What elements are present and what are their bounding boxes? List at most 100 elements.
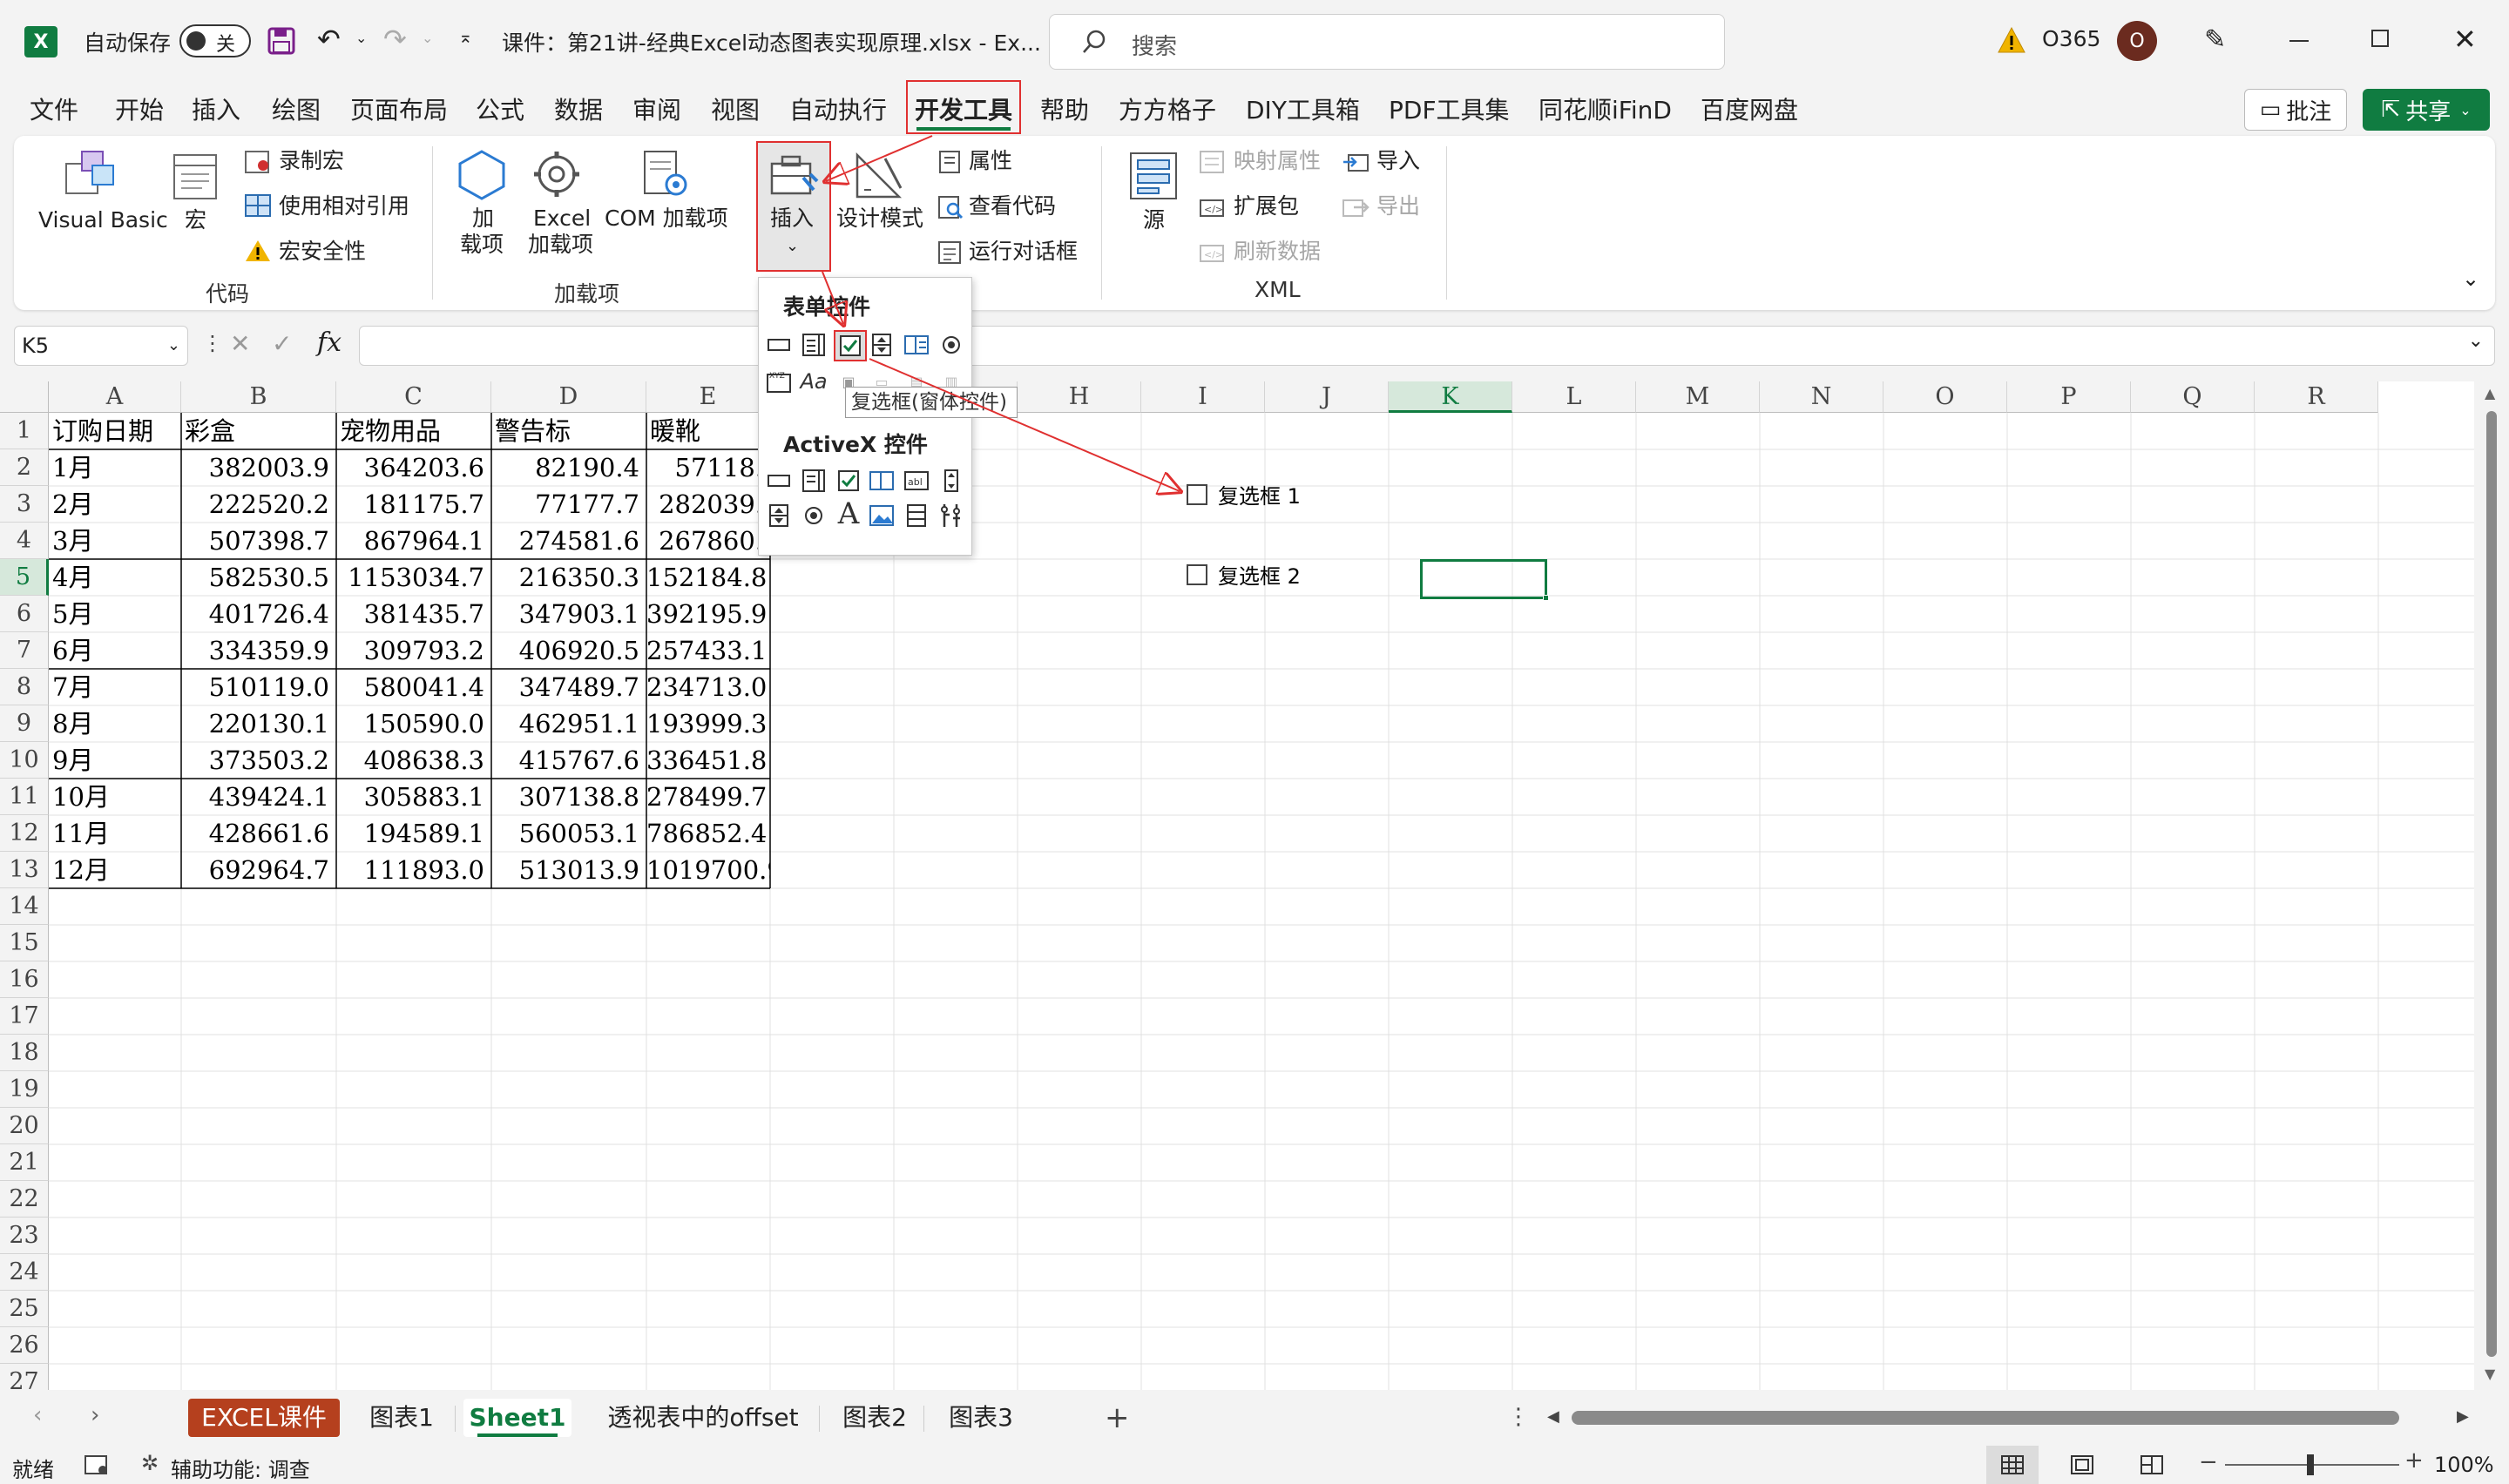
tab-page-layout[interactable]: 页面布局	[350, 91, 448, 131]
tab-home[interactable]: 开始	[115, 91, 164, 131]
table-cell[interactable]: 510119.0	[181, 669, 336, 705]
activex-scrollbar-icon[interactable]	[938, 468, 964, 494]
row-header-18[interactable]: 18	[0, 1035, 49, 1071]
row-header-14[interactable]: 14	[0, 888, 49, 925]
search-box[interactable]: 搜索	[1049, 14, 1725, 70]
column-header-m[interactable]: M	[1636, 381, 1760, 413]
table-cell[interactable]: 336451.8	[646, 742, 770, 779]
column-header-e[interactable]: E	[646, 381, 770, 413]
expand-formula-chevron-down-icon[interactable]: ⌄	[2468, 330, 2484, 352]
more-controls-icon[interactable]	[938, 503, 964, 529]
table-cell[interactable]: 77177.7	[491, 486, 646, 523]
checkbox-2-box[interactable]	[1187, 563, 1207, 585]
tab-view[interactable]: 视图	[711, 91, 760, 131]
hscroll-left-icon[interactable]: ◀	[1547, 1407, 1559, 1426]
import-button[interactable]: 导入	[1376, 148, 1420, 174]
share-button[interactable]: ⇱ 共享 ⌄	[2363, 89, 2490, 131]
table-cell[interactable]: 373503.2	[181, 742, 336, 779]
column-header-a[interactable]: A	[49, 381, 181, 413]
customize-qat-icon[interactable]: ⌅	[458, 26, 473, 47]
table-cell[interactable]: 401726.4	[181, 596, 336, 632]
table-cell[interactable]: 364203.6	[336, 449, 491, 486]
table-header-cell[interactable]: 订购日期	[49, 413, 181, 449]
visual-basic-button[interactable]: Visual Basic	[38, 207, 168, 233]
selected-cell-k5[interactable]	[1420, 559, 1549, 601]
account-name[interactable]: O365	[2042, 26, 2100, 51]
table-cell[interactable]: 462951.1	[491, 705, 646, 742]
table-cell[interactable]: 7月	[49, 669, 181, 705]
hscroll-right-icon[interactable]: ▶	[2457, 1407, 2469, 1426]
refresh-data-button[interactable]: 刷新数据	[1234, 239, 1321, 265]
table-cell[interactable]: 408638.3	[336, 742, 491, 779]
close-icon[interactable]: ✕	[2453, 23, 2477, 56]
table-header-cell[interactable]: 暖靴	[646, 413, 770, 449]
row-header-22[interactable]: 22	[0, 1181, 49, 1218]
row-header-19[interactable]: 19	[0, 1071, 49, 1108]
table-cell[interactable]: 2月	[49, 486, 181, 523]
pen-icon[interactable]: ✎	[2204, 24, 2226, 55]
export-button[interactable]: 导出	[1376, 193, 1420, 219]
relative-reference-button[interactable]: 使用相对引用	[279, 193, 409, 219]
sheet-options-icon[interactable]: ⋮	[1507, 1404, 1530, 1430]
vertical-scroll-thumb[interactable]	[2486, 411, 2497, 1357]
enter-formula-icon[interactable]: ✓	[272, 329, 292, 358]
table-cell[interactable]: 220130.1	[181, 705, 336, 742]
table-cell[interactable]: 193999.3	[646, 705, 770, 742]
tab-developer[interactable]: 开发工具	[915, 91, 1012, 131]
form-listbox-control-icon[interactable]	[903, 332, 930, 358]
activex-toggle-icon[interactable]	[903, 503, 930, 529]
table-cell[interactable]: 786852.4	[646, 815, 770, 852]
column-header-k[interactable]: K	[1389, 381, 1512, 413]
tab-help[interactable]: 帮助	[1040, 91, 1089, 131]
row-header-3[interactable]: 3	[0, 486, 49, 523]
select-all-corner[interactable]	[0, 381, 49, 413]
insert-function-icon[interactable]: fx	[317, 327, 342, 358]
design-mode-button[interactable]: 设计模式	[836, 206, 923, 232]
activex-combobox-icon[interactable]	[801, 468, 827, 494]
row-header-24[interactable]: 24	[0, 1254, 49, 1291]
excel-addins-label-2[interactable]: 加载项	[528, 232, 593, 258]
form-label-control-icon[interactable]: Aa	[800, 368, 827, 395]
table-cell[interactable]: 692964.7	[181, 852, 336, 888]
column-header-d[interactable]: D	[491, 381, 646, 413]
tab-ifind[interactable]: 同花顺iFinD	[1539, 91, 1672, 131]
add-sheet-icon[interactable]: +	[1105, 1400, 1130, 1435]
macro-security-button[interactable]: 宏安全性	[279, 239, 366, 265]
activex-label-icon[interactable]: A	[835, 496, 862, 531]
tab-review[interactable]: 审阅	[632, 91, 681, 131]
avatar[interactable]: O	[2117, 21, 2157, 61]
row-header-4[interactable]: 4	[0, 523, 49, 559]
zoom-out-icon[interactable]: −	[2199, 1449, 2218, 1475]
table-cell[interactable]: 11月	[49, 815, 181, 852]
map-properties-button[interactable]: 映射属性	[1234, 148, 1321, 174]
redo-dropdown-icon[interactable]: ⌄	[422, 30, 433, 46]
table-cell[interactable]: 181175.7	[336, 486, 491, 523]
table-cell[interactable]: 1153034.7	[336, 559, 491, 596]
row-header-9[interactable]: 9	[0, 705, 49, 742]
record-macro-button[interactable]: 录制宏	[279, 148, 344, 174]
activex-checkbox-icon[interactable]	[835, 468, 862, 494]
table-cell[interactable]: 305883.1	[336, 779, 491, 815]
column-header-b[interactable]: B	[181, 381, 336, 413]
table-cell[interactable]: 257433.1	[646, 632, 770, 669]
table-header-cell[interactable]: 彩盒	[181, 413, 336, 449]
collapse-ribbon-icon[interactable]: ⌄	[2462, 266, 2479, 291]
undo-dropdown-icon[interactable]: ⌄	[355, 30, 367, 46]
column-header-p[interactable]: P	[2007, 381, 2131, 413]
table-cell[interactable]: 111893.0	[336, 852, 491, 888]
row-header-15[interactable]: 15	[0, 925, 49, 961]
table-cell[interactable]: 274581.6	[491, 523, 646, 559]
table-cell[interactable]: 9月	[49, 742, 181, 779]
tab-draw[interactable]: 绘图	[272, 91, 321, 131]
form-spinner-control-icon[interactable]	[869, 332, 895, 358]
checkbox-1[interactable]: 复选框 1	[1187, 479, 1301, 509]
addins-label-2[interactable]: 载项	[460, 232, 504, 258]
row-header-2[interactable]: 2	[0, 449, 49, 486]
sheet-tab-chart1[interactable]: 图表1	[354, 1399, 450, 1437]
column-header-i[interactable]: I	[1141, 381, 1265, 413]
page-layout-view-icon[interactable]	[2070, 1454, 2094, 1475]
tab-data[interactable]: 数据	[554, 91, 603, 131]
activex-textbox-icon[interactable]: abl	[903, 468, 930, 494]
xml-source-button[interactable]: 源	[1143, 207, 1165, 233]
row-header-13[interactable]: 13	[0, 852, 49, 888]
